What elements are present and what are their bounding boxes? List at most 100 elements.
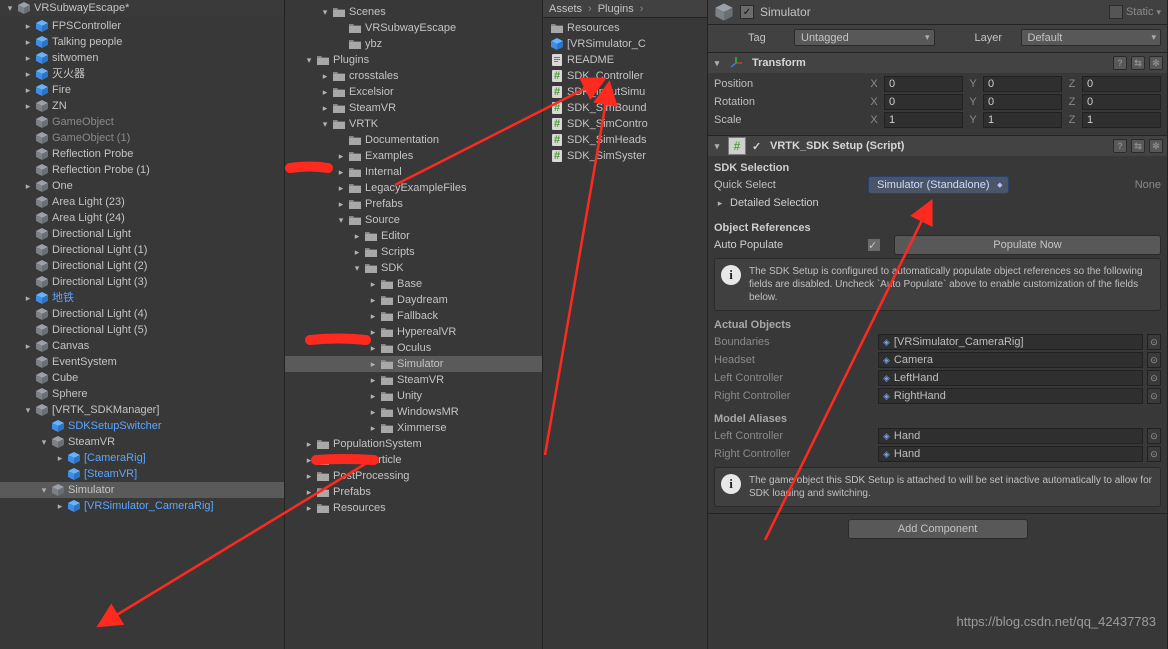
sdk-setup-header[interactable]: ✓ VRTK_SDK Setup (Script) ? ⇆ ✻ (708, 136, 1167, 156)
hierarchy-item[interactable]: sitwomen (0, 50, 284, 66)
project-folder[interactable]: Oculus (285, 340, 542, 356)
asset-item[interactable]: SDK_SimHeads (543, 132, 707, 148)
hierarchy-item[interactable]: Talking people (0, 34, 284, 50)
project-folder[interactable]: VRTK (285, 116, 542, 132)
scene-row[interactable]: VRSubwayEscape* (0, 0, 284, 16)
object-field[interactable]: ◈Hand (878, 446, 1143, 462)
quick-select-dropdown[interactable]: Simulator (Standalone) (868, 176, 1009, 194)
foldout-icon[interactable] (335, 164, 347, 180)
static-toggle[interactable]: ✓ Static ▾ (1109, 5, 1161, 19)
hierarchy-item[interactable]: Simulator (0, 482, 284, 498)
foldout-icon[interactable] (714, 198, 726, 209)
project-folder[interactable]: Resources (285, 500, 542, 516)
project-folder[interactable]: Fallback (285, 308, 542, 324)
foldout-icon[interactable] (4, 0, 16, 16)
foldout-icon[interactable] (351, 260, 363, 276)
hierarchy-item[interactable]: Canvas (0, 338, 284, 354)
project-folder[interactable]: Portal Particle (285, 452, 542, 468)
project-folder[interactable]: LegacyExampleFiles (285, 180, 542, 196)
help-icon[interactable]: ? (1113, 56, 1127, 70)
foldout-icon[interactable] (367, 340, 379, 356)
hierarchy-item[interactable]: Directional Light (0, 226, 284, 242)
project-folder[interactable]: Unity (285, 388, 542, 404)
foldout-icon[interactable] (22, 50, 34, 66)
assets-list[interactable]: Resources[VRSimulator_CREADMESDK_Control… (543, 18, 707, 649)
asset-item[interactable]: README (543, 52, 707, 68)
hierarchy-item[interactable]: FPSController (0, 18, 284, 34)
hierarchy-item[interactable]: [VRTK_SDKManager] (0, 402, 284, 418)
preset-icon[interactable]: ⇆ (1131, 139, 1145, 153)
foldout-icon[interactable] (303, 468, 315, 484)
asset-item[interactable]: SDK_InputSimu (543, 84, 707, 100)
object-picker-icon[interactable]: ⊙ (1147, 370, 1161, 386)
project-folder[interactable]: Ximmerse (285, 420, 542, 436)
foldout-icon[interactable] (335, 180, 347, 196)
populate-now-button[interactable]: Populate Now (894, 235, 1161, 255)
preset-icon[interactable]: ⇆ (1131, 56, 1145, 70)
project-folder[interactable]: VRSubwayEscape (285, 20, 542, 36)
foldout-icon[interactable] (367, 308, 379, 324)
active-checkbox[interactable]: ✓ (740, 5, 754, 19)
x-input[interactable]: 0 (884, 76, 963, 92)
x-input[interactable]: 1 (884, 112, 963, 128)
hierarchy-item[interactable]: Directional Light (3) (0, 274, 284, 290)
foldout-icon[interactable] (22, 338, 34, 354)
gear-icon[interactable]: ✻ (1149, 56, 1163, 70)
project-folder[interactable]: Prefabs (285, 484, 542, 500)
project-folder[interactable]: Internal (285, 164, 542, 180)
project-folder[interactable]: Source (285, 212, 542, 228)
asset-item[interactable]: SDK_SimBound (543, 100, 707, 116)
hierarchy-item[interactable]: GameObject (1) (0, 130, 284, 146)
hierarchy-item[interactable]: [VRSimulator_CameraRig] (0, 498, 284, 514)
x-input[interactable]: 0 (884, 94, 963, 110)
foldout-icon[interactable] (54, 498, 66, 514)
object-picker-icon[interactable]: ⊙ (1147, 352, 1161, 368)
project-folder[interactable]: Prefabs (285, 196, 542, 212)
foldout-icon[interactable] (319, 84, 331, 100)
project-folder[interactable]: Documentation (285, 132, 542, 148)
project-folder[interactable]: ybz (285, 36, 542, 52)
project-folder[interactable]: Simulator (285, 356, 542, 372)
foldout-icon[interactable] (22, 98, 34, 114)
foldout-icon[interactable] (712, 141, 722, 152)
foldout-icon[interactable] (712, 58, 722, 69)
foldout-icon[interactable] (351, 244, 363, 260)
hierarchy-item[interactable]: SteamVR (0, 434, 284, 450)
project-folder[interactable]: Scenes (285, 4, 542, 20)
asset-item[interactable]: Resources (543, 20, 707, 36)
hierarchy-item[interactable]: Area Light (23) (0, 194, 284, 210)
foldout-icon[interactable] (38, 482, 50, 498)
tag-dropdown[interactable]: Untagged (794, 29, 935, 46)
project-folder[interactable]: Excelsior (285, 84, 542, 100)
hierarchy-item[interactable]: Cube (0, 370, 284, 386)
project-folder[interactable]: SDK (285, 260, 542, 276)
foldout-icon[interactable] (367, 356, 379, 372)
object-picker-icon[interactable]: ⊙ (1147, 388, 1161, 404)
foldout-icon[interactable] (319, 116, 331, 132)
project-folder[interactable]: Base (285, 276, 542, 292)
foldout-icon[interactable] (22, 34, 34, 50)
z-input[interactable]: 1 (1082, 112, 1161, 128)
project-folder[interactable]: SteamVR (285, 372, 542, 388)
foldout-icon[interactable] (303, 452, 315, 468)
project-folder[interactable]: SteamVR (285, 100, 542, 116)
foldout-icon[interactable] (22, 178, 34, 194)
foldout-icon[interactable] (22, 18, 34, 34)
layer-dropdown[interactable]: Default (1021, 29, 1162, 46)
hierarchy-item[interactable]: Directional Light (2) (0, 258, 284, 274)
asset-item[interactable]: SDK_Controller (543, 68, 707, 84)
y-input[interactable]: 0 (983, 76, 1062, 92)
foldout-icon[interactable] (351, 228, 363, 244)
crumb-1[interactable]: Assets (549, 3, 582, 15)
detailed-selection-row[interactable]: Detailed Selection (714, 194, 1161, 212)
project-folder[interactable]: PostProcessing (285, 468, 542, 484)
foldout-icon[interactable] (319, 68, 331, 84)
hierarchy-item[interactable]: Sphere (0, 386, 284, 402)
foldout-icon[interactable] (335, 212, 347, 228)
hierarchy-item[interactable]: Directional Light (1) (0, 242, 284, 258)
foldout-icon[interactable] (22, 66, 34, 82)
project-folder[interactable]: Daydream (285, 292, 542, 308)
hierarchy-item[interactable]: Directional Light (5) (0, 322, 284, 338)
hierarchy-item[interactable]: 灭火器 (0, 66, 284, 82)
asset-item[interactable]: SDK_SimContro (543, 116, 707, 132)
